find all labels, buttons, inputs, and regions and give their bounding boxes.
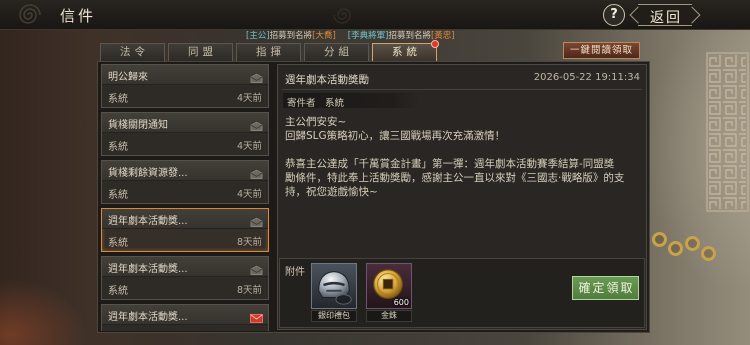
mail-item-sender: 系統 xyxy=(108,142,128,153)
opened-envelope-icon xyxy=(250,117,263,132)
mail-item-time: 4天前 xyxy=(236,93,262,104)
tab-label: 分組 xyxy=(324,46,353,58)
cloud-ornament-icon xyxy=(333,8,351,24)
tab-decree[interactable]: 法令 xyxy=(100,43,165,61)
mail-item-header: 週年劇本活動獎... xyxy=(102,257,268,277)
mail-message: 恭喜主公達成「千萬賞金計畫」第一彈：週年劇本活動賽季結算-同盟獎 勵條件，特此奉… xyxy=(285,157,643,199)
mail-item-time: 4天前 xyxy=(236,189,262,200)
mail-sender-row: 寄件者 系統 xyxy=(283,93,419,109)
divider xyxy=(282,89,642,90)
mail-item-time: 4天前 xyxy=(236,141,262,152)
mail-detail-title: 週年劇本活動獎勵 xyxy=(285,74,369,86)
mail-item-title: 貨棧關閉通知 xyxy=(108,120,168,131)
background-coin-decoration xyxy=(685,236,700,251)
mail-item-meta: 系統 8天前 xyxy=(102,277,268,299)
broadcast-ticker: [主公]招募到名將[大喬] [李典將軍]招募到名將[黃忠] xyxy=(246,30,455,42)
mail-item-meta: 系統 4天前 xyxy=(102,181,268,203)
mail-item-meta: 系統 4天前 xyxy=(102,85,268,107)
sender-name: 系統 xyxy=(325,98,345,109)
mail-intro: 回歸SLG策略初心，讓三國戰場再次充滿激情！ xyxy=(285,130,506,142)
page-title: 信件 xyxy=(60,7,97,25)
tab-command[interactable]: 指揮 xyxy=(236,43,301,61)
mail-item-sender: 系統 xyxy=(108,94,128,105)
mail-list-item[interactable]: 明公歸來 系統 4天前 xyxy=(101,64,269,108)
top-bar: 信件 ? 返回 xyxy=(0,0,750,30)
mail-item-title: 週年劇本活動獎... xyxy=(108,264,188,275)
opened-envelope-icon xyxy=(250,213,263,228)
attachment-name: 銀印禮包 xyxy=(311,310,357,322)
attachment-item[interactable]: 銀印禮包 xyxy=(311,263,357,322)
attachment-name: 金銖 xyxy=(366,310,412,322)
tab-label: 法令 xyxy=(120,46,149,58)
claim-button[interactable]: 確定領取 xyxy=(572,276,639,300)
mail-item-sender: 系統 xyxy=(108,238,128,249)
help-button[interactable]: ? xyxy=(603,4,625,26)
mail-item-meta: 系統 4天前 xyxy=(102,133,268,155)
attachments-label: 附件 xyxy=(285,267,305,278)
mail-item-meta: 系統 8天前 xyxy=(102,229,268,251)
ticker-action: 招募到名將 xyxy=(388,31,431,41)
back-button[interactable]: 返回 xyxy=(629,4,701,26)
ticker-general-name: [大喬] xyxy=(312,31,336,41)
ticker-message: [李典將軍]招募到名將[黃忠] xyxy=(348,30,455,42)
mail-item-time: 8天前 xyxy=(236,285,262,296)
notification-dot xyxy=(431,40,439,48)
sender-label: 寄件者 xyxy=(287,98,316,109)
mail-item-header: 明公歸來 xyxy=(102,65,268,85)
mail-list-item[interactable]: 週年劇本活動獎... 系統 8天前 xyxy=(101,256,269,300)
tab-label: 指揮 xyxy=(256,46,285,58)
mail-list-item[interactable]: 週年劇本活動獎... xyxy=(101,304,269,331)
mail-item-sender: 系統 xyxy=(108,190,128,201)
background-coin-decoration xyxy=(652,232,667,247)
mail-greeting: 主公們安安~ xyxy=(285,116,347,128)
mail-item-sender: 系統 xyxy=(108,286,128,297)
mail-detail-datetime: 2026-05-22 19:11:34 xyxy=(533,72,640,83)
silver-seal-pack-icon xyxy=(311,263,357,309)
tab-label: 同盟 xyxy=(188,46,217,58)
mail-message-line: 勵條件，特此奉上活動獎勵，感謝主公一直以來對《三國志·戰略版》的支 xyxy=(285,172,625,184)
mail-message-line: 恭喜主公達成「千萬賞金計畫」第一彈：週年劇本活動賽季結算-同盟獎 xyxy=(285,158,615,170)
mail-list-item[interactable]: 貨棧剩餘資源發... 系統 4天前 xyxy=(101,160,269,204)
mail-item-header: 貨棧關閉通知 xyxy=(102,113,268,133)
opened-envelope-icon xyxy=(250,69,263,84)
ticker-player-name: [李典將軍] xyxy=(347,31,389,41)
opened-envelope-icon xyxy=(250,165,263,180)
mail-list-item[interactable]: 週年劇本活動獎... 系統 8天前 xyxy=(101,208,269,252)
background-coin-decoration xyxy=(701,246,716,261)
back-button-label: 返回 xyxy=(650,10,682,26)
mail-category-tabs: 法令 同盟 指揮 分組 系統 xyxy=(100,40,439,61)
mail-item-header: 週年劇本活動獎... xyxy=(102,209,268,229)
tab-alliance[interactable]: 同盟 xyxy=(168,43,233,61)
opened-envelope-icon xyxy=(250,261,263,276)
mail-message-line: 持，祝您遊戲愉快~ xyxy=(285,186,378,198)
attachment-count: 600 xyxy=(393,298,409,307)
tab-group[interactable]: 分組 xyxy=(304,43,369,61)
cloud-ornament-icon xyxy=(19,4,41,24)
tab-system[interactable]: 系統 xyxy=(372,40,439,61)
mail-item-header: 週年劇本活動獎... xyxy=(102,305,268,325)
tab-label: 系統 xyxy=(392,46,421,58)
background-coin-decoration xyxy=(668,241,683,256)
mail-list[interactable]: 明公歸來 系統 4天前 貨棧關閉通知 系統 4天前 貨棧剩餘資源發... 系統 … xyxy=(100,63,271,331)
background-meander-pattern xyxy=(706,52,749,212)
ticker-action: 招募到名將 xyxy=(269,31,313,41)
ticker-message: [主公]招募到名將[大喬] xyxy=(246,30,336,42)
mail-item-title: 貨棧剩餘資源發... xyxy=(108,168,188,179)
mail-item-time: 8天前 xyxy=(236,237,262,248)
read-all-claim-button[interactable]: 一鍵閱讀領取 xyxy=(563,42,640,59)
mail-item-title: 週年劇本活動獎... xyxy=(108,312,188,323)
mail-item-header: 貨棧剩餘資源發... xyxy=(102,161,268,181)
mail-item-title: 明公歸來 xyxy=(108,72,148,83)
gold-coin-icon: 600 xyxy=(366,263,412,309)
mail-list-item[interactable]: 貨棧關閉通知 系統 4天前 xyxy=(101,112,269,156)
mail-detail-panel: 週年劇本活動獎勵 2026-05-22 19:11:34 寄件者 系統 主公們安… xyxy=(277,64,647,330)
mail-item-title: 週年劇本活動獎... xyxy=(108,216,188,227)
ticker-player-name: [主公] xyxy=(246,31,270,41)
attachment-item[interactable]: 600 金銖 xyxy=(366,263,412,322)
attachments-section: 附件 銀印禮包 600 金銖 確定領取 xyxy=(279,258,645,328)
mail-body: 主公們安安~ 回歸SLG策略初心，讓三國戰場再次充滿激情！ 恭喜主公達成「千萬賞… xyxy=(285,115,643,199)
unread-envelope-icon xyxy=(250,309,263,324)
